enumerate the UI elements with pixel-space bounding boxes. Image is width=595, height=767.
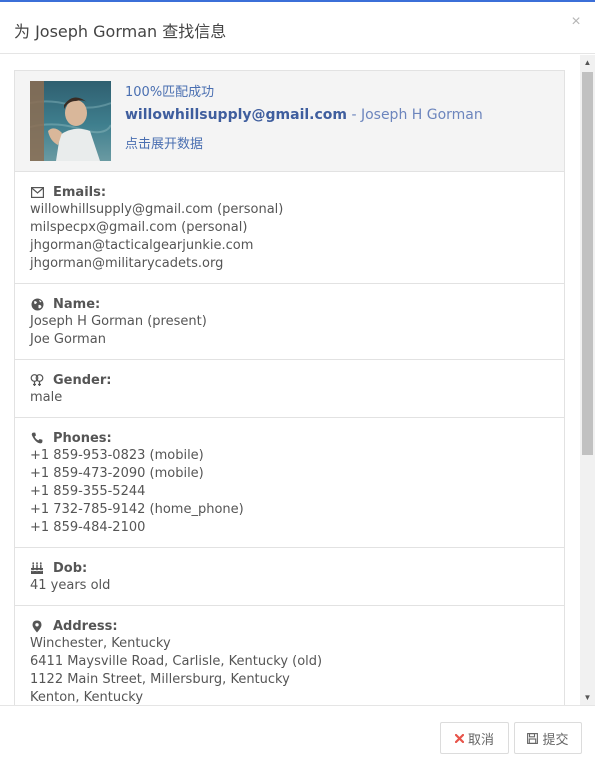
email-item: jhgorman@tacticalgearjunkie.com	[30, 238, 254, 253]
name-item: Joseph H Gorman (present)	[30, 314, 207, 329]
cancel-label: 取消	[467, 732, 494, 748]
vertical-scrollbar[interactable]: ▲ ▼	[580, 55, 595, 705]
avatar	[30, 81, 111, 161]
address-item: Winchester, Kentucky	[30, 636, 171, 651]
scroll-thumb[interactable]	[582, 72, 593, 455]
map-marker-icon	[30, 619, 44, 633]
phones-label: Phones:	[53, 430, 112, 446]
name-item: Joe Gorman	[30, 332, 106, 347]
birthday-cake-icon	[30, 561, 44, 575]
cancel-x-icon	[454, 733, 464, 743]
email-item: milspecpx@gmail.com (personal)	[30, 220, 248, 235]
email-item: jhgorman@militarycadets.org	[30, 256, 224, 271]
dob-section: Dob: 41 years old	[15, 548, 564, 606]
envelope-icon	[30, 185, 44, 199]
gender-label: Gender:	[53, 372, 112, 388]
submit-label: 提交	[542, 732, 569, 748]
modal-footer: 取消 提交	[0, 705, 595, 767]
close-button[interactable]: ×	[569, 13, 583, 30]
cancel-button[interactable]: 取消	[440, 722, 509, 754]
gender-section: Gender: male	[15, 360, 564, 418]
profile-header: 100%匹配成功 willowhillsupply@gmail.com - Jo…	[15, 71, 564, 172]
close-icon: ×	[571, 13, 581, 30]
phone-item: +1 859-953-0823 (mobile)	[30, 448, 204, 463]
email-item: willowhillsupply@gmail.com (personal)	[30, 202, 284, 217]
emails-label: Emails:	[53, 184, 107, 200]
emails-section: Emails: willowhillsupply@gmail.com (pers…	[15, 172, 564, 284]
dob-value: 41 years old	[30, 578, 111, 593]
modal-body[interactable]: 100%匹配成功 willowhillsupply@gmail.com - Jo…	[0, 55, 595, 705]
address-section: Address: Winchester, Kentucky 6411 Maysv…	[15, 606, 564, 706]
profile-separator: -	[347, 107, 361, 123]
submit-button[interactable]: 提交	[514, 722, 582, 754]
gender-value: male	[30, 390, 63, 405]
name-label: Name:	[53, 296, 101, 312]
expand-data-link[interactable]: 点击展开数据	[125, 133, 203, 152]
phone-item: +1 859-355-5244	[30, 484, 146, 499]
gender-icon	[30, 373, 44, 387]
globe-icon	[30, 297, 44, 311]
address-item: Kenton, Kentucky	[30, 690, 144, 705]
name-section: Name: Joseph H Gorman (present) Joe Gorm…	[15, 284, 564, 360]
phone-icon	[30, 431, 44, 445]
profile-email-link[interactable]: willowhillsupply@gmail.com	[125, 107, 347, 123]
address-item: 6411 Maysville Road, Carlisle, Kentucky …	[30, 654, 323, 669]
match-status: 100%匹配成功	[125, 85, 215, 100]
save-icon	[527, 732, 539, 744]
phone-item: +1 859-484-2100	[30, 520, 146, 535]
scroll-down-arrow-icon[interactable]: ▼	[580, 690, 595, 705]
profile-identity: willowhillsupply@gmail.com - Joseph H Go…	[125, 107, 483, 123]
dob-label: Dob:	[53, 560, 88, 576]
address-label: Address:	[53, 618, 118, 634]
result-card: 100%匹配成功 willowhillsupply@gmail.com - Jo…	[14, 70, 565, 705]
phones-section: Phones: +1 859-953-0823 (mobile) +1 859-…	[15, 418, 564, 548]
phone-item: +1 859-473-2090 (mobile)	[30, 466, 204, 481]
profile-person-name: Joseph H Gorman	[360, 107, 483, 123]
address-item: 1122 Main Street, Millersburg, Kentucky	[30, 672, 290, 687]
scroll-up-arrow-icon[interactable]: ▲	[580, 55, 595, 70]
modal-header: 为 Joseph Gorman 查找信息 ×	[0, 2, 595, 54]
modal-title: 为 Joseph Gorman 查找信息	[14, 22, 227, 41]
phone-item: +1 732-785-9142 (home_phone)	[30, 502, 244, 517]
